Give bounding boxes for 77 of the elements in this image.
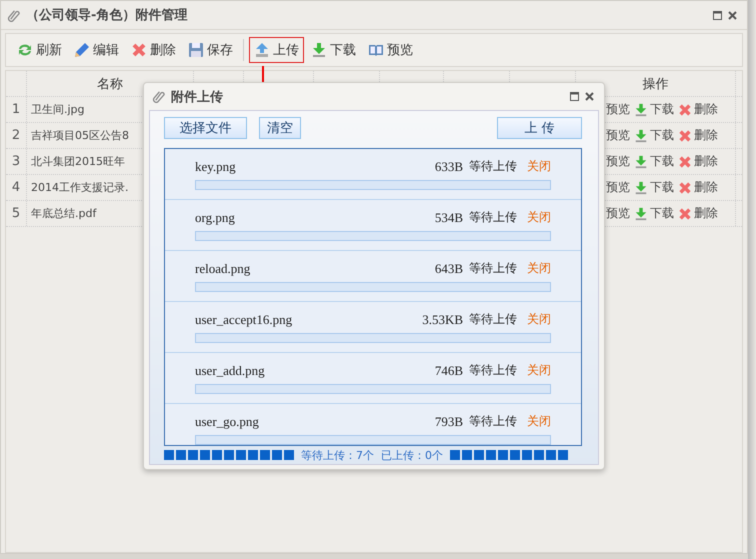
preview-link[interactable]: 预览 xyxy=(606,153,630,170)
edit-button[interactable]: 编辑 xyxy=(69,37,124,63)
file-name: user_add.png xyxy=(195,362,265,378)
row-number: 5 xyxy=(6,201,27,226)
progress-blocks-icon xyxy=(450,450,568,460)
close-icon[interactable] xyxy=(728,10,737,20)
floppy-icon xyxy=(188,42,204,58)
file-size: 793B xyxy=(434,414,463,430)
preview-link[interactable]: 预览 xyxy=(606,179,630,196)
save-button[interactable]: 保存 xyxy=(183,37,238,63)
file-status: 等待上传 xyxy=(469,362,517,379)
delete-button[interactable]: 删除 xyxy=(126,37,181,63)
uploaded-count: 已上传：0个 xyxy=(381,448,443,462)
download-icon xyxy=(634,206,648,220)
delete-link[interactable]: 删除 xyxy=(678,179,718,196)
download-link[interactable]: 下载 xyxy=(634,205,674,222)
file-status: 等待上传 xyxy=(469,311,517,328)
row-number: 4 xyxy=(6,175,27,200)
file-status: 等待上传 xyxy=(469,413,517,430)
preview-link[interactable]: 预览 xyxy=(606,101,630,118)
delete-icon xyxy=(678,154,692,168)
upload-button[interactable]: 上传 xyxy=(249,37,304,63)
select-file-button[interactable]: 选择文件 xyxy=(164,117,247,139)
file-name: user_accept16.png xyxy=(195,312,292,328)
maximize-icon[interactable] xyxy=(713,10,722,20)
file-name: reload.png xyxy=(195,260,250,276)
download-icon xyxy=(634,128,648,142)
file-size: 643B xyxy=(434,260,463,276)
upload-icon xyxy=(254,42,270,58)
pencil-icon xyxy=(74,42,90,58)
delete-icon xyxy=(678,180,692,194)
download-button[interactable]: 下载 xyxy=(306,37,361,63)
row-number: 1 xyxy=(6,97,27,122)
file-size: 3.53KB xyxy=(422,312,463,328)
delete-link[interactable]: 删除 xyxy=(678,127,718,144)
row-number: 2 xyxy=(6,123,27,148)
file-status: 等待上传 xyxy=(469,260,517,277)
delete-icon xyxy=(131,42,147,58)
clear-button[interactable]: 清空 xyxy=(259,117,301,139)
download-link[interactable]: 下载 xyxy=(634,101,674,118)
delete-icon xyxy=(678,128,692,142)
download-link[interactable]: 下载 xyxy=(634,179,674,196)
upload-button[interactable]: 上 传 xyxy=(497,117,582,139)
download-icon xyxy=(311,42,327,58)
scrollbar[interactable] xyxy=(748,0,756,559)
paperclip-icon xyxy=(7,8,20,22)
preview-link[interactable]: 预览 xyxy=(606,205,630,222)
delete-icon xyxy=(678,102,692,116)
download-icon xyxy=(634,102,648,116)
refresh-button[interactable]: 刷新 xyxy=(12,37,67,63)
delete-link[interactable]: 删除 xyxy=(678,101,718,118)
file-name: org.png xyxy=(195,210,235,226)
refresh-icon xyxy=(17,42,33,58)
book-icon xyxy=(368,42,384,58)
download-icon xyxy=(634,154,648,168)
window-title: （公司领导-角色）附件管理 xyxy=(26,7,188,24)
preview-link[interactable]: 预览 xyxy=(606,127,630,144)
file-status: 等待上传 xyxy=(469,209,517,226)
delete-icon xyxy=(678,206,692,220)
download-icon xyxy=(634,180,648,194)
file-status: 等待上传 xyxy=(469,158,517,175)
waiting-count: 等待上传：7个 xyxy=(301,448,374,462)
close-icon[interactable] xyxy=(585,92,594,101)
delete-link[interactable]: 删除 xyxy=(678,205,718,222)
delete-link[interactable]: 删除 xyxy=(678,153,718,170)
row-number: 3 xyxy=(6,149,27,174)
download-link[interactable]: 下载 xyxy=(634,153,674,170)
preview-button[interactable]: 预览 xyxy=(363,37,418,63)
download-link[interactable]: 下载 xyxy=(634,127,674,144)
file-size: 746B xyxy=(434,362,463,378)
maximize-icon[interactable] xyxy=(570,92,579,101)
file-name: user_go.png xyxy=(195,414,259,430)
file-size: 534B xyxy=(434,210,463,226)
progress-blocks-icon xyxy=(164,450,294,460)
file-name: key.png xyxy=(195,158,236,174)
paperclip-icon xyxy=(152,90,165,103)
file-size: 633B xyxy=(434,158,463,174)
